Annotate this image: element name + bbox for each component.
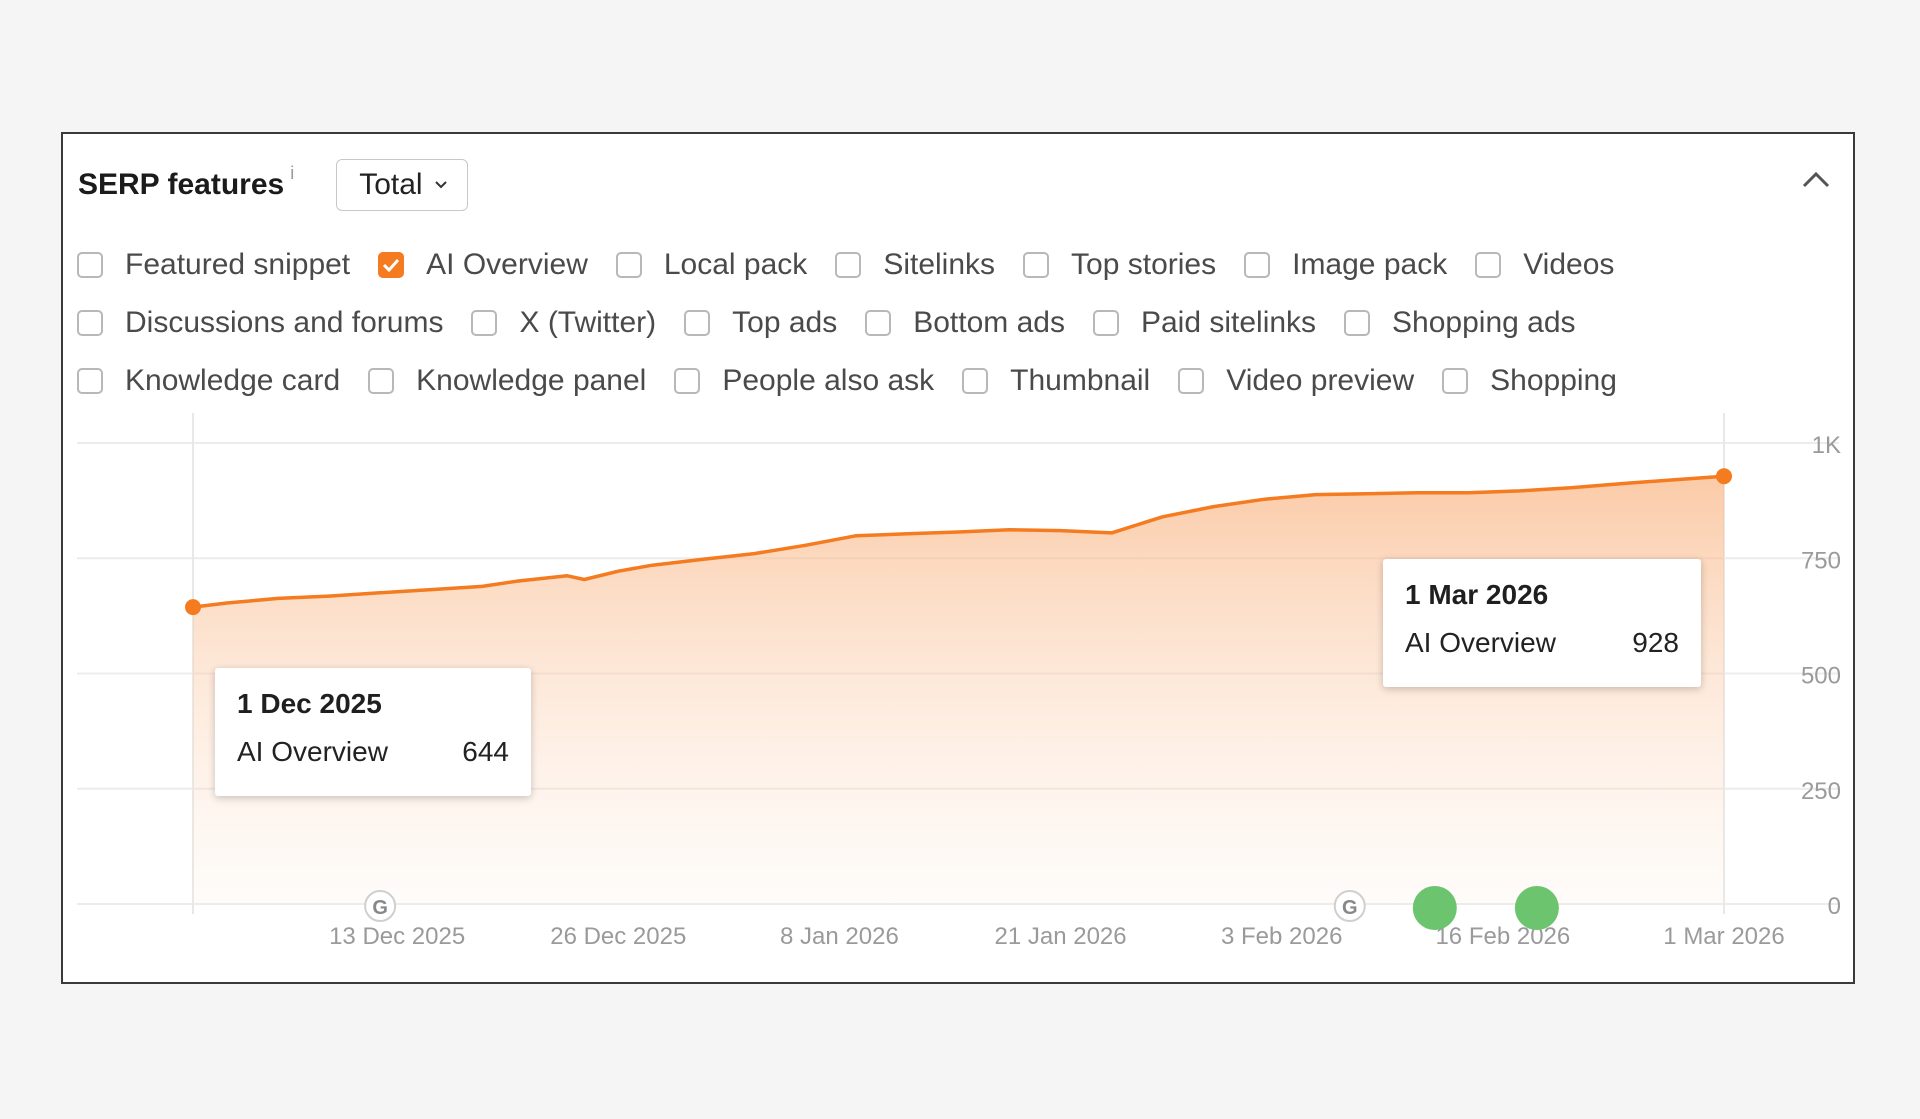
event-marker (1514, 886, 1559, 930)
tooltip-start: 1 Dec 2025 AI Overview 644 (215, 668, 531, 796)
google-g-icon: G (372, 897, 388, 919)
point-start (185, 599, 201, 616)
y-tick-label: 0 (1828, 893, 1841, 920)
tooltip-end: 1 Mar 2026 AI Overview 928 (1383, 559, 1701, 687)
tooltip-start-series: AI Overview (237, 736, 388, 767)
tooltip-end-value: 928 (1632, 627, 1679, 658)
tooltip-start-date: 1 Dec 2025 (237, 688, 382, 719)
serp-chart: 0 250 500 750 1K 13 Dec 2025 26 Dec 2025 8 Jan … (77, 413, 1841, 950)
x-tick-label: 16 Feb 2026 (1435, 923, 1570, 950)
y-tick-label: 250 (1801, 778, 1841, 805)
tooltip-end-series: AI Overview (1405, 627, 1556, 658)
x-tick-label: 13 Dec 2025 (329, 923, 465, 950)
tooltip-start-value: 644 (462, 736, 509, 767)
point-end (1716, 468, 1732, 485)
y-tick-label: 750 (1801, 547, 1841, 574)
x-tick-label: 21 Jan 2026 (995, 923, 1127, 950)
y-tick-label: 1K (1812, 432, 1841, 459)
y-tick-label: 500 (1801, 663, 1841, 690)
event-marker (1412, 886, 1457, 930)
x-tick-label: 3 Feb 2026 (1221, 923, 1342, 950)
google-g-icon: G (1342, 897, 1358, 919)
serp-features-panel: SERP features i Total Featured snippet AI… (61, 132, 1855, 984)
x-tick-label: 8 Jan 2026 (780, 923, 899, 950)
tooltip-end-date: 1 Mar 2026 (1405, 579, 1549, 610)
x-tick-label: 26 Dec 2025 (550, 923, 686, 950)
x-tick-label: 1 Mar 2026 (1663, 923, 1784, 950)
